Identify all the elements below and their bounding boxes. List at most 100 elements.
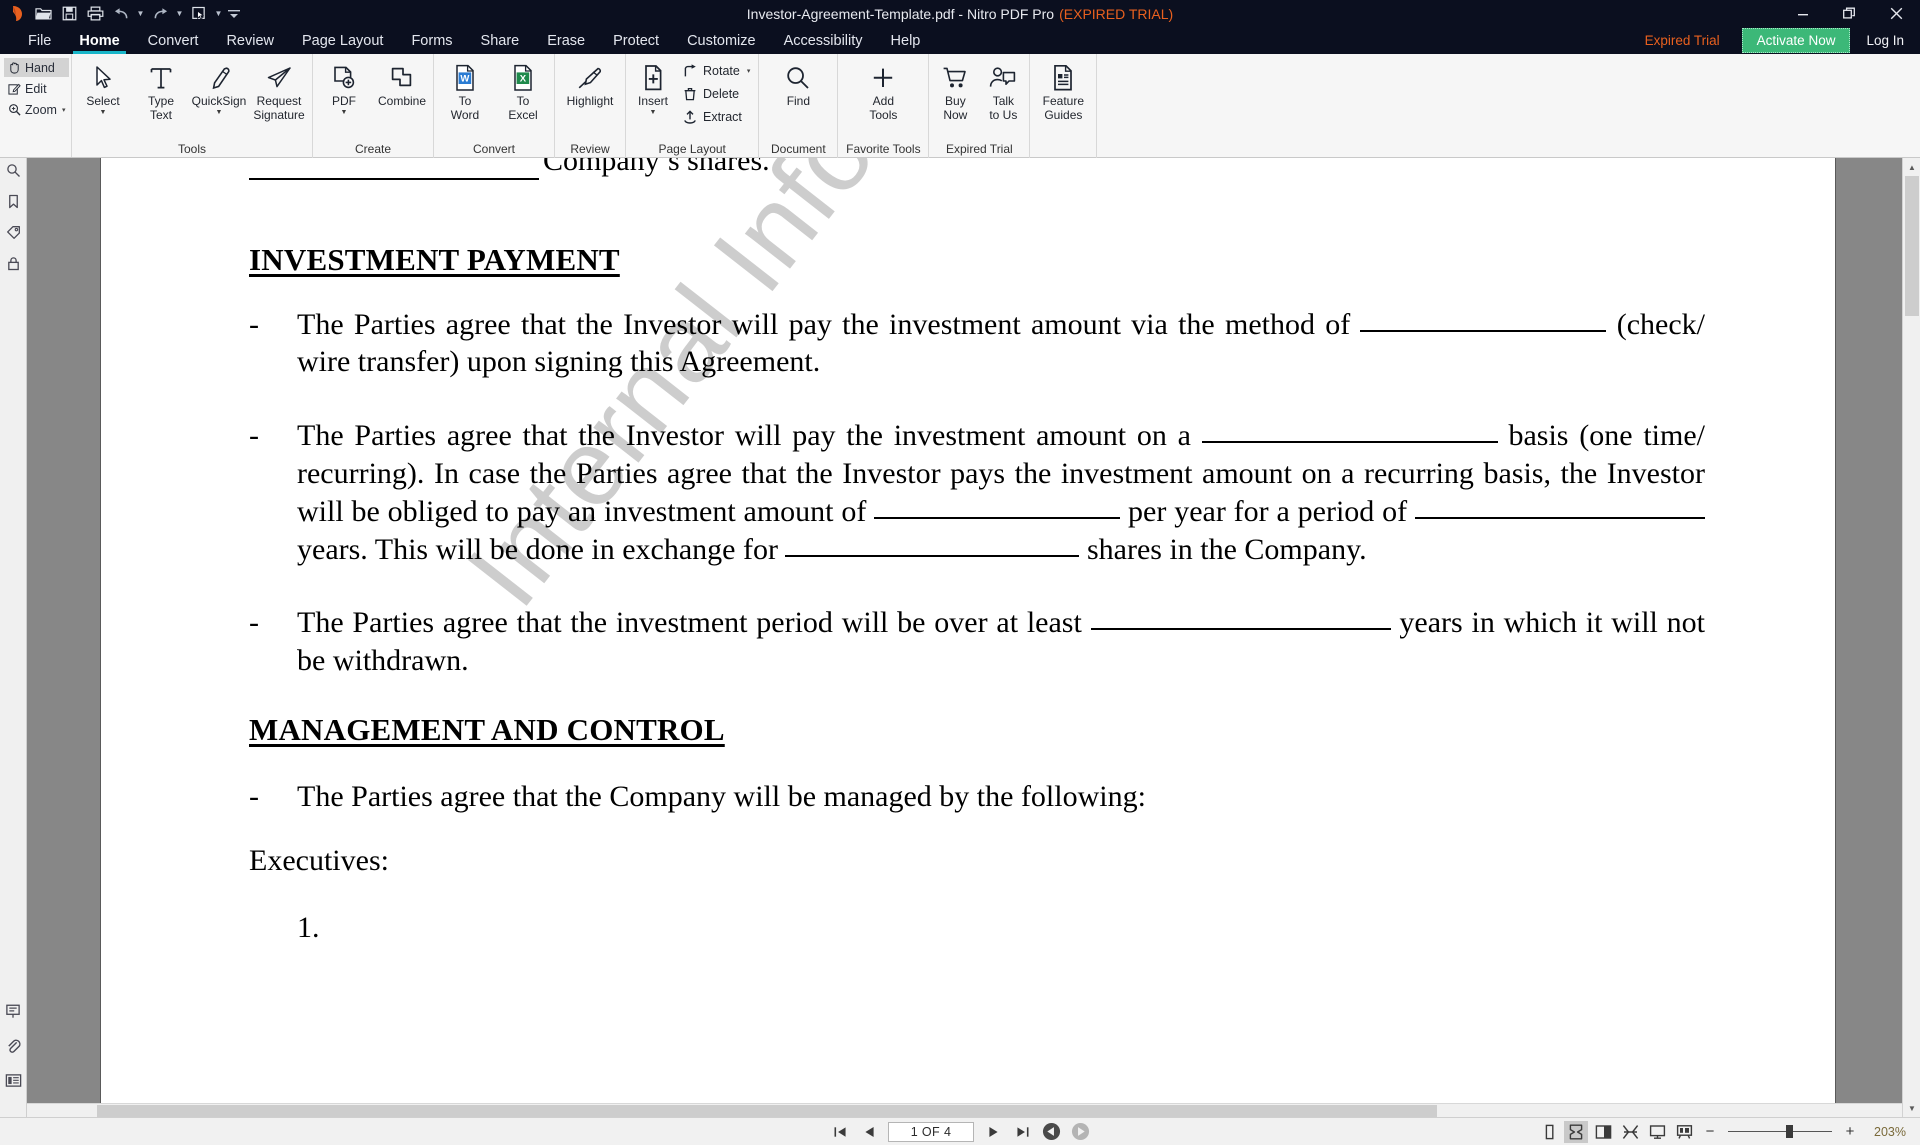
vertical-scrollbar[interactable]: ▲ ▼ bbox=[1902, 158, 1920, 1117]
menu-home[interactable]: Home bbox=[65, 27, 133, 54]
type-text-icon bbox=[148, 62, 174, 94]
zoom-tool-button[interactable]: Zoom ▾ bbox=[4, 100, 69, 119]
navigation-rail bbox=[0, 158, 27, 1117]
svg-text:X: X bbox=[520, 74, 527, 85]
zoom-in-button[interactable]: + bbox=[1839, 1121, 1861, 1143]
highlight-button[interactable]: Highlight bbox=[557, 59, 623, 108]
close-button[interactable] bbox=[1873, 0, 1920, 27]
ribbon-group-page-layout: Insert ▼ Rotate ▾ Delete Extract Page La… bbox=[626, 54, 760, 158]
to-excel-button[interactable]: X To Excel bbox=[494, 59, 552, 122]
menu-erase[interactable]: Erase bbox=[533, 27, 599, 54]
bookmarks-icon[interactable] bbox=[3, 191, 24, 212]
fill-blank[interactable] bbox=[1415, 516, 1705, 519]
type-text-button[interactable]: Type Text bbox=[132, 59, 190, 122]
menu-convert[interactable]: Convert bbox=[134, 27, 213, 54]
combine-button[interactable]: Combine bbox=[373, 59, 431, 108]
next-page-button[interactable] bbox=[983, 1122, 1003, 1142]
edit-tool-button[interactable]: Edit bbox=[4, 79, 69, 98]
rotate-caret-icon[interactable]: ▾ bbox=[747, 67, 751, 75]
menu-forms[interactable]: Forms bbox=[397, 27, 466, 54]
attachments-paperclip-icon[interactable] bbox=[3, 1035, 24, 1056]
zoom-slider[interactable] bbox=[1724, 1121, 1836, 1143]
print-icon[interactable] bbox=[82, 2, 108, 26]
layers-icon[interactable] bbox=[3, 1070, 24, 1091]
redo-dropdown-caret-icon[interactable]: ▼ bbox=[173, 2, 186, 26]
previous-view-button[interactable] bbox=[1041, 1122, 1061, 1142]
two-page-view-icon[interactable] bbox=[1591, 1121, 1615, 1143]
undo-dropdown-caret-icon[interactable]: ▼ bbox=[134, 2, 147, 26]
zoom-slider-knob[interactable] bbox=[1786, 1125, 1793, 1138]
rotate-pages-button[interactable]: Rotate ▾ bbox=[682, 61, 750, 81]
log-in-button[interactable]: Log In bbox=[1860, 33, 1920, 48]
undo-icon[interactable] bbox=[108, 2, 134, 26]
page-number-input[interactable]: 1 OF 4 bbox=[888, 1121, 974, 1142]
save-icon[interactable] bbox=[56, 2, 82, 26]
zoom-level-label[interactable]: 203% bbox=[1864, 1125, 1910, 1139]
group-label-create: Create bbox=[354, 142, 392, 156]
redo-icon[interactable] bbox=[147, 2, 173, 26]
talk-to-us-button[interactable]: Talk to Us bbox=[979, 59, 1027, 122]
vertical-scroll-thumb[interactable] bbox=[1905, 176, 1919, 316]
select-tool-icon[interactable] bbox=[186, 2, 212, 26]
fill-blank[interactable] bbox=[1201, 441, 1498, 444]
select-caret-icon[interactable]: ▼ bbox=[100, 109, 107, 117]
request-signature-button[interactable]: Request Signature bbox=[248, 59, 310, 122]
select-dropdown-caret-icon[interactable]: ▼ bbox=[212, 2, 225, 26]
menu-protect[interactable]: Protect bbox=[599, 27, 673, 54]
last-page-button[interactable] bbox=[1012, 1122, 1032, 1142]
delete-pages-button[interactable]: Delete bbox=[682, 84, 750, 104]
single-page-view-icon[interactable] bbox=[1537, 1121, 1561, 1143]
restore-button[interactable] bbox=[1826, 0, 1873, 27]
open-icon[interactable] bbox=[30, 2, 56, 26]
presentation-view-icon[interactable] bbox=[1672, 1121, 1696, 1143]
menu-page-layout[interactable]: Page Layout bbox=[288, 27, 397, 54]
create-pdf-button[interactable]: PDF ▼ bbox=[315, 59, 373, 117]
extract-pages-button[interactable]: Extract bbox=[682, 107, 750, 127]
menu-share[interactable]: Share bbox=[467, 27, 534, 54]
to-word-button[interactable]: W To Word bbox=[436, 59, 494, 122]
comments-icon[interactable] bbox=[3, 1000, 24, 1021]
thumbnails-search-icon[interactable] bbox=[3, 160, 24, 181]
fill-blank[interactable] bbox=[785, 554, 1080, 557]
zoom-dropdown-caret-icon[interactable]: ▾ bbox=[62, 106, 66, 114]
insert-page-button[interactable]: Insert ▼ bbox=[628, 59, 678, 117]
buy-now-button[interactable]: Buy Now bbox=[931, 59, 979, 122]
tags-icon[interactable] bbox=[3, 222, 24, 243]
fill-blank[interactable] bbox=[874, 516, 1121, 519]
fill-blank[interactable] bbox=[1360, 329, 1607, 332]
quicksign-caret-icon[interactable]: ▼ bbox=[216, 109, 223, 117]
menu-review[interactable]: Review bbox=[212, 27, 288, 54]
horizontal-scrollbar[interactable] bbox=[27, 1103, 1902, 1117]
add-tools-button[interactable]: Add Tools bbox=[840, 59, 926, 122]
previous-page-button[interactable] bbox=[859, 1122, 879, 1142]
create-pdf-caret-icon[interactable]: ▼ bbox=[341, 109, 348, 117]
menu-file[interactable]: File bbox=[14, 27, 65, 54]
zoom-icon bbox=[7, 103, 21, 117]
two-page-continuous-view-icon[interactable] bbox=[1618, 1121, 1642, 1143]
continuous-page-view-icon[interactable] bbox=[1564, 1120, 1588, 1143]
activate-now-button[interactable]: Activate Now bbox=[1741, 28, 1851, 53]
scroll-up-arrow-icon[interactable]: ▲ bbox=[1903, 158, 1920, 176]
to-word-icon: W bbox=[453, 62, 477, 94]
horizontal-scroll-thumb[interactable] bbox=[97, 1105, 1437, 1117]
customize-quick-access-icon[interactable] bbox=[225, 2, 243, 26]
menu-accessibility[interactable]: Accessibility bbox=[770, 27, 877, 54]
next-view-button[interactable] bbox=[1070, 1122, 1090, 1142]
minimize-button[interactable] bbox=[1779, 0, 1826, 27]
feature-guides-button[interactable]: Feature Guides bbox=[1032, 59, 1094, 122]
security-lock-icon[interactable] bbox=[3, 253, 24, 274]
first-page-button[interactable] bbox=[830, 1122, 850, 1142]
quicksign-button[interactable]: QuickSign ▼ bbox=[190, 59, 248, 117]
hand-tool-button[interactable]: Hand bbox=[4, 58, 69, 77]
insert-page-caret-icon[interactable]: ▼ bbox=[650, 109, 657, 117]
document-viewport[interactable]: Internal Information Company’s shares. I… bbox=[27, 158, 1902, 1117]
fill-blank[interactable] bbox=[1090, 628, 1391, 631]
zoom-out-button[interactable]: − bbox=[1699, 1121, 1721, 1143]
quick-access-toolbar: ▼ ▼ ▼ bbox=[0, 0, 243, 27]
scroll-down-arrow-icon[interactable]: ▼ bbox=[1903, 1099, 1920, 1117]
find-button[interactable]: Find bbox=[761, 59, 835, 108]
select-button[interactable]: Select ▼ bbox=[74, 59, 132, 117]
fit-page-view-icon[interactable] bbox=[1645, 1121, 1669, 1143]
menu-help[interactable]: Help bbox=[877, 27, 935, 54]
menu-customize[interactable]: Customize bbox=[673, 27, 770, 54]
